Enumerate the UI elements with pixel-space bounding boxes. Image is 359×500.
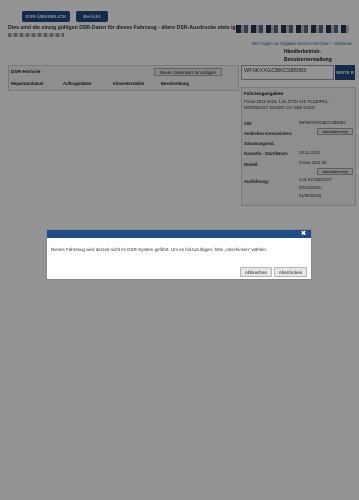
close-icon[interactable]: ✖	[301, 230, 306, 238]
cancel-button[interactable]: Abbrechen	[240, 267, 272, 277]
dialog-header: ✖	[47, 230, 311, 238]
dialog-message: Dieses Fahrzeug wird derzeit nicht im DS…	[51, 247, 268, 252]
not-in-dsr-dialog: ✖ Dieses Fahrzeug wird derzeit nicht im …	[46, 229, 312, 280]
submit-button[interactable]: Abschicken	[274, 267, 307, 277]
